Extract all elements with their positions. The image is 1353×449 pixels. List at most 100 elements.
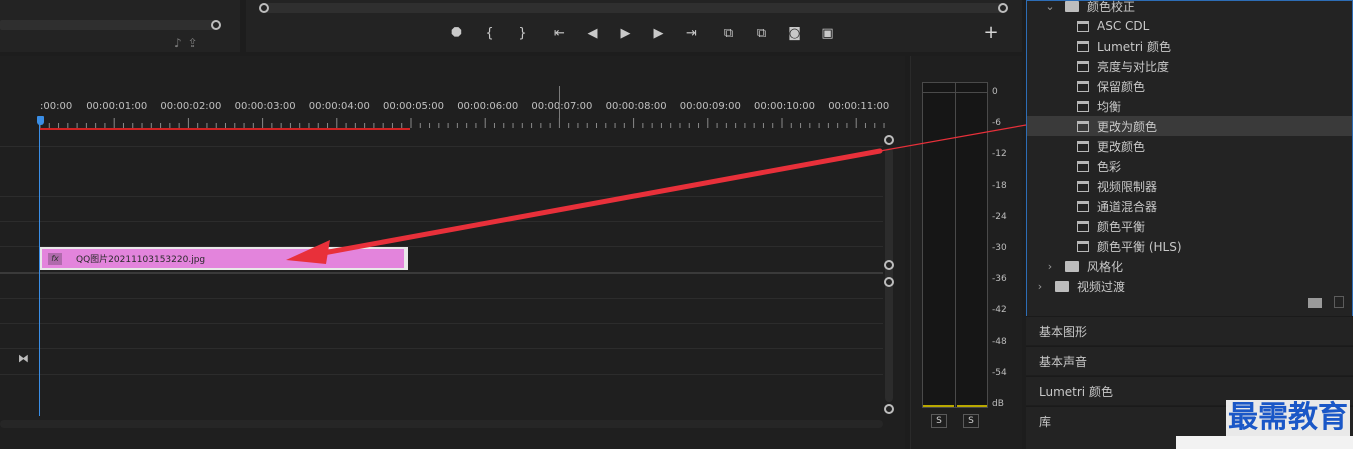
db-label: 0 — [992, 87, 998, 97]
effect-preset-icon — [1077, 140, 1089, 152]
effects-tree-item[interactable]: 均衡 — [1027, 96, 1352, 116]
timeline-clip[interactable]: fx QQ图片20211103153220.jpg — [40, 247, 408, 270]
timecode-label: 00:00:10:00 — [754, 101, 816, 112]
track-divider — [0, 323, 883, 324]
compare-icon[interactable]: ▣ — [811, 23, 844, 43]
effects-footer — [1308, 296, 1344, 308]
effects-tree-item[interactable]: › 风格化 — [1027, 256, 1352, 276]
source-monitor-icons: ♪⇪ — [174, 36, 204, 50]
vscroll-handle-top[interactable] — [884, 135, 894, 145]
chevron-right-icon[interactable]: › — [1045, 260, 1055, 273]
timecode-label: 00:00:06:00 — [457, 101, 519, 112]
go-to-out-icon[interactable]: ⇥ — [675, 23, 708, 43]
effects-tree-item[interactable]: 更改为颜色 — [1027, 116, 1352, 136]
effects-tree-item[interactable]: 更改颜色 — [1027, 136, 1352, 156]
db-label: -6 — [992, 118, 1001, 129]
camera-icon[interactable]: ◙ — [778, 23, 811, 43]
timecode-label: 00:00:07:00 — [531, 101, 593, 112]
marker-icon[interactable]: ⯃ — [440, 23, 473, 43]
trash-icon[interactable] — [1334, 296, 1344, 308]
effects-tree-item[interactable]: › 视频过渡 — [1027, 276, 1352, 296]
db-label: -36 — [992, 274, 1007, 285]
program-scroll-handle-left[interactable] — [259, 3, 269, 13]
mark-out-icon[interactable]: } — [506, 23, 539, 43]
timecode-ruler[interactable]: :00:00 00:00:01:00 00:00:02:00 00:00:03:00 0… — [40, 101, 890, 115]
chevron-right-icon[interactable]: › — [1035, 280, 1045, 293]
folder-icon — [1055, 280, 1069, 292]
solo-left-button[interactable]: S — [931, 414, 947, 428]
step-back-icon[interactable]: ◀ — [576, 23, 609, 43]
effects-tree-item[interactable]: 通道混合器 — [1027, 196, 1352, 216]
source-scroll-handle[interactable] — [211, 20, 221, 30]
audio-drag-icon[interactable]: ♪ — [174, 36, 188, 50]
vscroll-handle-bottom[interactable] — [884, 404, 894, 414]
effect-preset-icon — [1077, 20, 1089, 32]
new-bin-icon[interactable] — [1308, 298, 1322, 308]
timeline-horizontal-scrollbar[interactable] — [0, 420, 883, 428]
effects-tree-item[interactable]: 色彩 — [1027, 156, 1352, 176]
effects-tree-item-label: 色彩 — [1097, 159, 1122, 174]
vscroll-handle-audio[interactable] — [884, 277, 894, 287]
track-divider — [0, 146, 883, 147]
vscroll-handle-mid[interactable] — [884, 260, 894, 270]
work-area-bar[interactable] — [40, 128, 410, 130]
db-label: -18 — [992, 180, 1007, 191]
meter-level-left — [923, 405, 954, 407]
effect-preset-icon — [1077, 60, 1089, 72]
effects-tree-item-label: 颜色平衡 (HLS) — [1097, 239, 1182, 254]
track-divider — [0, 348, 883, 349]
effect-preset-icon — [1077, 240, 1089, 252]
panel-tab-essential-graphics[interactable]: 基本图形 — [1026, 316, 1353, 345]
meter-peak-row — [923, 92, 987, 93]
effects-tree-item[interactable]: 亮度与对比度 — [1027, 56, 1352, 76]
effects-tree-item[interactable]: 视频限制器 — [1027, 176, 1352, 196]
ruler-marker-line — [559, 86, 560, 128]
mark-in-icon[interactable]: { — [473, 23, 506, 43]
chevron-down-icon[interactable]: ⌄ — [1045, 0, 1055, 13]
button-editor-add-button[interactable]: + — [982, 24, 1000, 42]
effects-tree-item[interactable]: Lumetri 颜色 — [1027, 36, 1352, 56]
extract-icon[interactable]: ⧉ — [745, 23, 778, 43]
export-icon[interactable]: ⇪ — [188, 36, 204, 50]
effect-preset-icon — [1077, 220, 1089, 232]
effects-tree-item-label: ASC CDL — [1097, 19, 1150, 33]
effects-tree-item-label: 保留颜色 — [1097, 79, 1146, 94]
effects-tree-item[interactable]: 颜色平衡 — [1027, 216, 1352, 236]
program-zoom-scrollbar[interactable] — [264, 3, 1004, 13]
effects-tree-item-label: 颜色平衡 — [1097, 219, 1146, 234]
effects-tree-item-label: 通道混合器 — [1097, 199, 1158, 214]
bottom-status-strip — [1176, 436, 1353, 449]
program-scroll-handle-right[interactable] — [998, 3, 1008, 13]
effects-tree-item-label: 均衡 — [1097, 99, 1122, 114]
playhead-handle[interactable] — [37, 116, 44, 125]
track-height-icon[interactable]: ⧓ — [18, 352, 29, 365]
effects-tree-item-label: Lumetri 颜色 — [1097, 39, 1171, 54]
solo-right-button[interactable]: S — [963, 414, 979, 428]
db-label: -54 — [992, 367, 1007, 378]
effects-tree-item-label: 颜色校正 — [1087, 0, 1136, 14]
track-divider — [0, 221, 883, 222]
effects-tree-item[interactable]: ASC CDL — [1027, 16, 1352, 36]
clip-name: QQ图片20211103153220.jpg — [76, 255, 206, 265]
effect-preset-icon — [1077, 160, 1089, 172]
effects-tree-item[interactable]: 保留颜色 — [1027, 76, 1352, 96]
effects-tree-item[interactable]: ⌄ 颜色校正 — [1027, 0, 1352, 16]
transport-controls: ⯃{} ⇤ ◀ ▶ ▶ ⇥ ⧉ ⧉ ◙ ▣ — [440, 23, 844, 43]
source-zoom-scrollbar[interactable] — [0, 20, 218, 30]
lift-icon[interactable]: ⧉ — [712, 23, 745, 43]
play-icon[interactable]: ▶ — [609, 23, 642, 43]
effect-preset-icon — [1077, 40, 1089, 52]
effect-preset-icon — [1077, 200, 1089, 212]
playhead-line[interactable] — [39, 120, 40, 416]
go-to-in-icon[interactable]: ⇤ — [543, 23, 576, 43]
effects-tree-item-label: 视频过渡 — [1077, 279, 1126, 294]
effects-tree-item-label: 视频限制器 — [1097, 179, 1158, 194]
panel-tab-essential-sound[interactable]: 基本声音 — [1026, 346, 1353, 375]
timecode-label: 00:00:01:00 — [86, 101, 148, 112]
ruler-ticks — [40, 118, 885, 128]
timecode-label: 00:00:03:00 — [234, 101, 296, 112]
timeline-vertical-scrollbar[interactable] — [885, 148, 893, 402]
effects-tree-item[interactable]: 颜色平衡 (HLS) — [1027, 236, 1352, 256]
step-forward-icon[interactable]: ▶ — [642, 23, 675, 43]
fx-badge-icon[interactable]: fx — [48, 252, 62, 265]
